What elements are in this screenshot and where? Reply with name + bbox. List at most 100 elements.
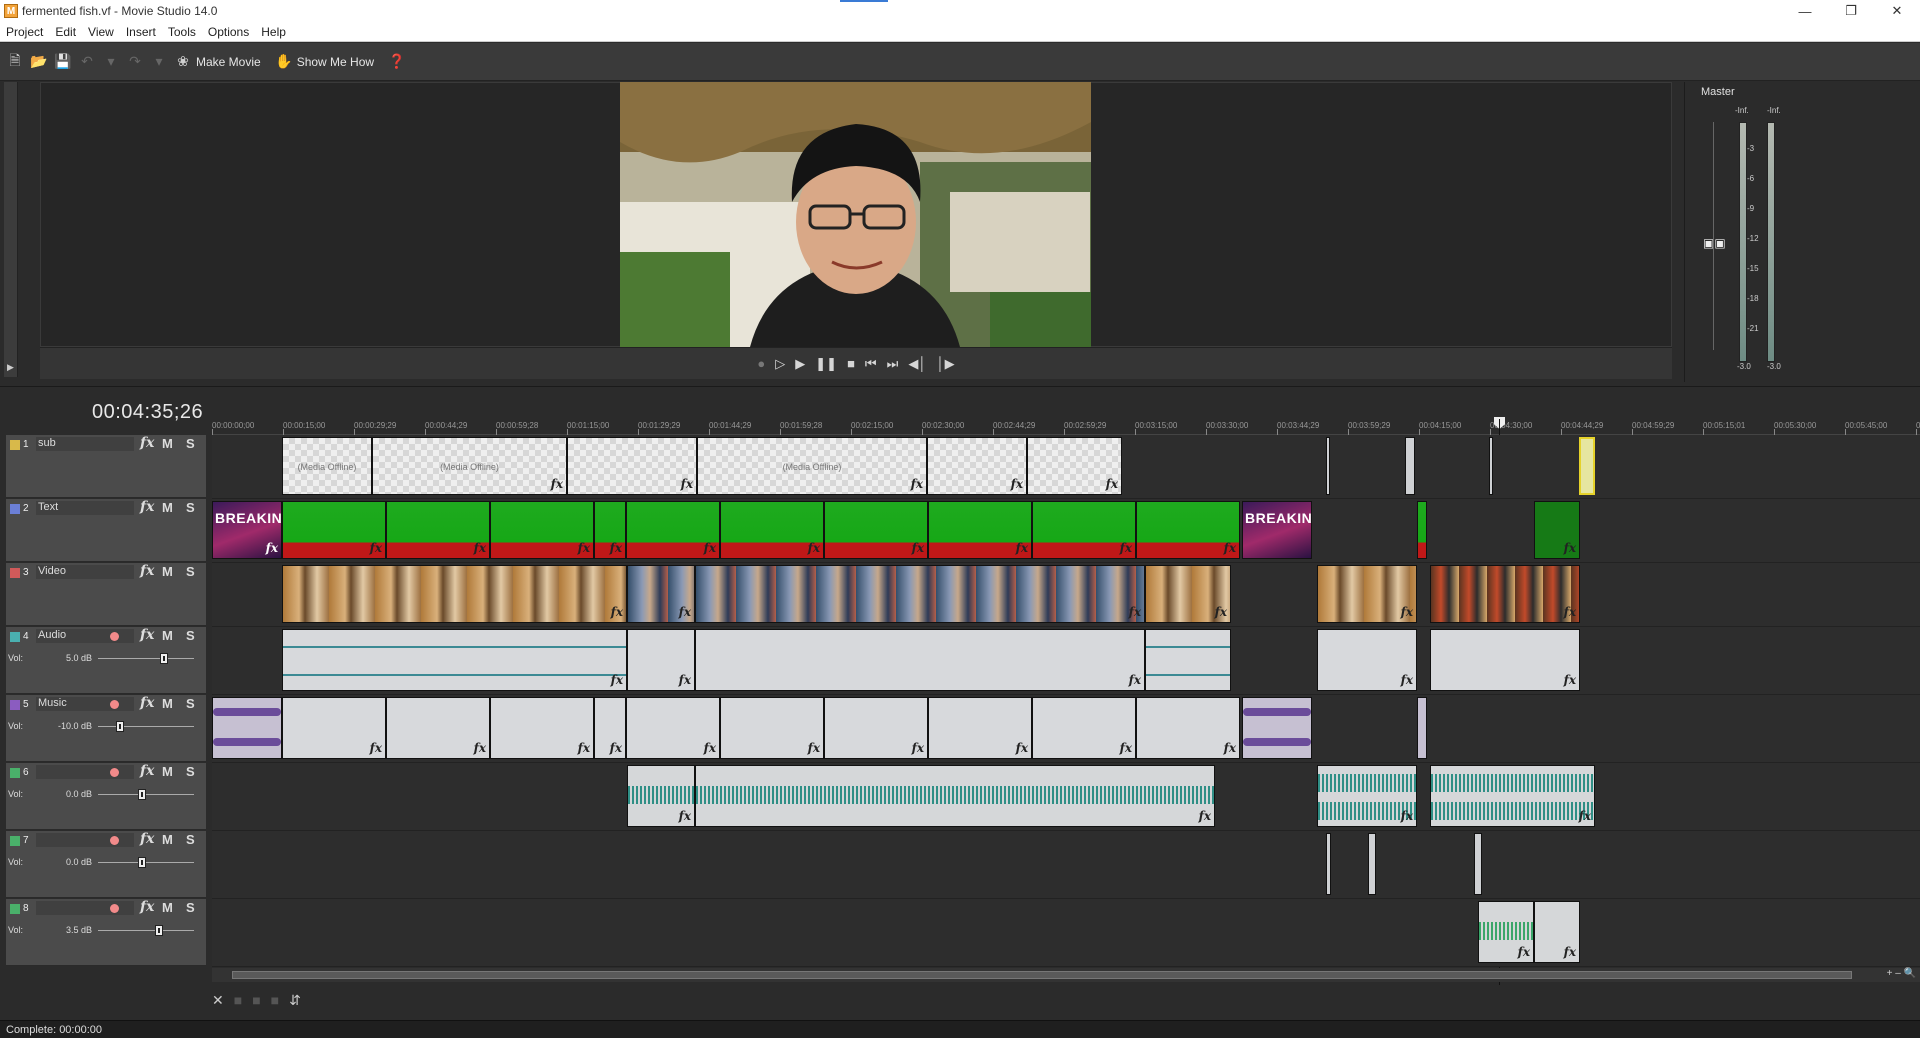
track-header-8[interactable]: 8 fx M S Vol: 3.5 dB [6, 899, 206, 966]
sub-clip-small[interactable] [1405, 437, 1415, 495]
close-button[interactable]: ✕ [1874, 0, 1920, 22]
menu-view[interactable]: View [82, 25, 120, 39]
track-name[interactable]: Audio [36, 629, 134, 643]
fx-icon[interactable]: fx [808, 541, 820, 555]
track-name[interactable] [36, 765, 134, 779]
sub-clip[interactable]: fx [1027, 437, 1122, 495]
audio-clip-small[interactable] [1326, 833, 1331, 895]
previous-frame-icon[interactable]: ◀│ [908, 356, 926, 372]
audio-clip[interactable]: fx [1317, 765, 1417, 827]
solo-button[interactable]: S [186, 564, 195, 579]
volume-slider-knob[interactable] [116, 721, 124, 732]
save-icon[interactable]: 💾 [54, 53, 72, 71]
new-project-icon[interactable]: 🗎 [6, 52, 24, 71]
context-help-icon[interactable]: ❓ [388, 53, 406, 71]
fx-icon[interactable]: fx [679, 809, 691, 823]
zoom-controls-icon[interactable]: + – 🔍 [1887, 968, 1916, 979]
video-clip[interactable]: fx [627, 565, 695, 623]
music-clip[interactable] [212, 697, 282, 759]
audio-clip[interactable]: fx [1430, 629, 1580, 691]
text-clip[interactable]: fx [824, 501, 928, 559]
music-clip[interactable]: fx [282, 697, 386, 759]
music-clip[interactable]: fx [720, 697, 824, 759]
audio-clip[interactable]: fx [627, 765, 695, 827]
menu-tools[interactable]: Tools [162, 25, 202, 39]
track-fx-icon[interactable]: fx [140, 763, 154, 779]
redo-dropdown-icon[interactable]: ▾ [150, 53, 168, 71]
fx-icon[interactable]: fx [611, 673, 623, 687]
music-clip[interactable]: fx [386, 697, 490, 759]
menu-edit[interactable]: Edit [49, 25, 82, 39]
time-ruler[interactable]: 00:00:00;00 00:00:15;00 00:00:29;29 00:00:4… [212, 417, 1920, 435]
track-header-4[interactable]: 4 Audio fx M S Vol: 5.0 dB [6, 627, 206, 694]
fx-icon[interactable]: fx [1401, 673, 1413, 687]
track-fx-icon[interactable]: fx [140, 899, 154, 915]
text-clip[interactable]: fx [626, 501, 720, 559]
volume-slider[interactable] [98, 721, 194, 732]
menu-project[interactable]: Project [0, 25, 49, 39]
track-header-2[interactable]: 2 Text fx M S [6, 499, 206, 562]
play-icon[interactable]: ▶ [795, 356, 805, 372]
track-header-5[interactable]: 5 Music fx M S Vol: -10.0 dB [6, 695, 206, 762]
minimize-button[interactable]: — [1782, 0, 1828, 22]
undo-icon[interactable]: ↶ [78, 53, 96, 71]
track-header-1[interactable]: 1 sub fx M S [6, 435, 206, 498]
fx-icon[interactable]: fx [1120, 741, 1132, 755]
fx-icon[interactable]: fx [1129, 605, 1141, 619]
track-header-6[interactable]: 6 fx M S Vol: 0.0 dB [6, 763, 206, 830]
text-clip[interactable]: fx [1032, 501, 1136, 559]
fx-icon[interactable]: fx [1011, 477, 1023, 491]
fx-icon[interactable]: fx [704, 541, 716, 555]
music-clip[interactable]: fx [626, 697, 720, 759]
music-clip-small[interactable] [1417, 697, 1427, 759]
solo-button[interactable]: S [186, 764, 195, 779]
mute-button[interactable]: M [162, 696, 173, 711]
volume-slider-knob[interactable] [138, 857, 146, 868]
sub-clip[interactable]: (Media Offline) fx [372, 437, 567, 495]
arm-record-icon[interactable] [110, 904, 119, 913]
redo-icon[interactable]: ↷ [126, 53, 144, 71]
mute-button[interactable]: M [162, 436, 173, 451]
auto-crossfade-icon[interactable]: ⇵ [289, 992, 301, 1009]
scrollbar-thumb[interactable] [232, 971, 1852, 979]
text-clip-small[interactable] [1417, 501, 1427, 559]
arm-record-icon[interactable] [110, 836, 119, 845]
fx-icon[interactable]: fx [1401, 809, 1413, 823]
fx-icon[interactable]: fx [704, 741, 716, 755]
undo-dropdown-icon[interactable]: ▾ [102, 53, 120, 71]
timeline-scrollbar[interactable]: + – 🔍 [212, 968, 1920, 982]
video-clip[interactable]: fx [1430, 565, 1580, 623]
sub-clip[interactable]: (Media Offline) fx [697, 437, 927, 495]
volume-slider-knob[interactable] [160, 653, 168, 664]
play-from-start-icon[interactable]: ▷ [775, 356, 785, 372]
track-name[interactable]: sub [36, 437, 134, 451]
sub-clip-small[interactable] [1489, 437, 1493, 495]
solo-button[interactable]: S [186, 436, 195, 451]
track-name[interactable]: Video [36, 565, 134, 579]
text-clip[interactable]: fx [386, 501, 490, 559]
audio-clip[interactable]: fx [1317, 629, 1417, 691]
video-clip[interactable]: fx [1317, 565, 1417, 623]
text-clip[interactable]: fx [928, 501, 1032, 559]
track-fx-icon[interactable]: fx [140, 435, 154, 451]
video-clip[interactable]: fx [282, 565, 627, 623]
trim-icon[interactable]: ■ [234, 992, 242, 1008]
fx-icon[interactable]: fx [1120, 541, 1132, 555]
open-project-icon[interactable]: 📂 [30, 53, 48, 71]
fx-icon[interactable]: fx [912, 541, 924, 555]
volume-slider[interactable] [98, 789, 194, 800]
fx-icon[interactable]: fx [911, 477, 923, 491]
menu-insert[interactable]: Insert [120, 25, 162, 39]
track-name[interactable]: Music [36, 697, 134, 711]
menu-help[interactable]: Help [255, 25, 292, 39]
go-to-start-icon[interactable]: ⏮ [865, 356, 877, 372]
fx-icon[interactable]: fx [681, 477, 693, 491]
fx-icon[interactable]: fx [1224, 541, 1236, 555]
volume-slider-knob[interactable] [138, 789, 146, 800]
fx-icon[interactable]: fx [1129, 673, 1141, 687]
fx-icon[interactable]: fx [1579, 809, 1591, 823]
stop-icon[interactable]: ■ [847, 356, 855, 371]
text-clip[interactable]: fx [1534, 501, 1580, 559]
volume-slider[interactable] [98, 925, 194, 936]
fx-icon[interactable]: fx [1215, 605, 1227, 619]
